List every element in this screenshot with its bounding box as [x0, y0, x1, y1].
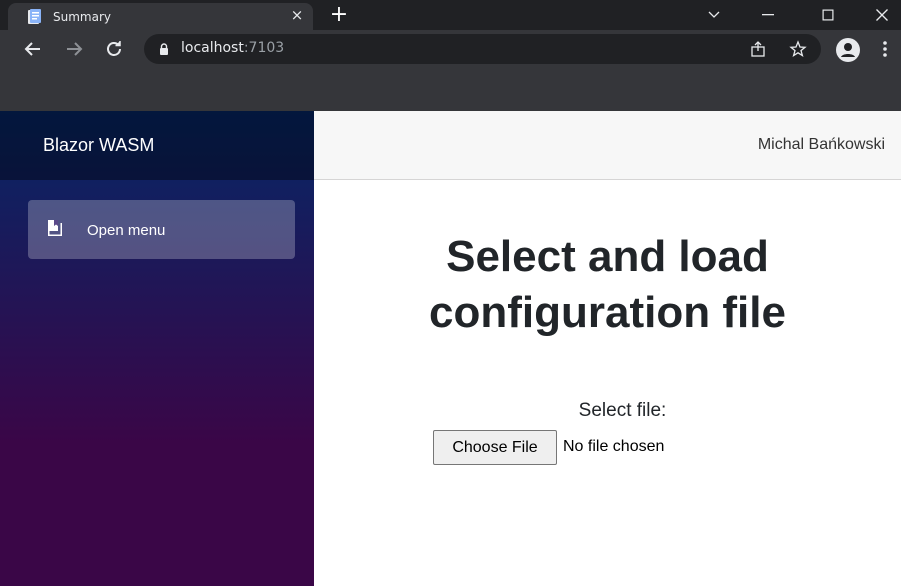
minimize-icon[interactable]: [748, 0, 788, 30]
user-name: Michal Bańkowski: [757, 136, 885, 153]
tab-title: Summary: [53, 10, 111, 24]
address-bar[interactable]: localhost:7103: [144, 34, 821, 64]
new-tab-icon[interactable]: +: [329, 4, 349, 26]
book-icon: [47, 219, 63, 237]
app-container: Blazor WASM Open menu Michal Bańkowski S…: [0, 111, 901, 586]
back-arrow-icon[interactable]: [22, 38, 44, 60]
url-text: localhost:7103: [181, 40, 284, 56]
bookmark-star-icon[interactable]: [789, 40, 807, 58]
profile-avatar-icon[interactable]: [836, 38, 860, 62]
top-row: Michal Bańkowski: [314, 111, 901, 180]
sidebar: Blazor WASM Open menu: [0, 111, 314, 586]
forward-arrow-icon[interactable]: [63, 38, 85, 60]
browser-title-bar: Summary × +: [0, 0, 901, 31]
url-port: :7103: [243, 40, 285, 56]
page-title: Select and load configuration file: [429, 232, 786, 337]
nav-item-label: Open menu: [87, 222, 166, 239]
lock-icon[interactable]: [159, 42, 169, 60]
url-host: localhost: [181, 40, 244, 56]
file-status-text: No file chosen: [563, 438, 665, 455]
share-icon[interactable]: [749, 40, 767, 58]
maximize-icon[interactable]: [808, 0, 848, 30]
brand-link[interactable]: Blazor WASM: [43, 135, 154, 156]
tab-close-icon[interactable]: ×: [289, 7, 305, 23]
nav-item-open-menu[interactable]: Open menu: [28, 200, 295, 259]
sidebar-header: Blazor WASM: [0, 111, 314, 180]
more-options-icon[interactable]: [882, 39, 888, 59]
page-favicon-icon: [27, 9, 42, 25]
browser-toolbar: localhost:7103: [0, 30, 901, 111]
file-input-label: Select file:: [578, 400, 667, 421]
reload-icon[interactable]: [103, 38, 125, 60]
close-window-icon[interactable]: [862, 0, 901, 30]
tab-search-chevron-icon[interactable]: [694, 0, 734, 30]
choose-file-button[interactable]: Choose File: [433, 430, 557, 465]
main-content: Select and load configuration file Selec…: [314, 180, 901, 586]
browser-tab-summary[interactable]: Summary ×: [8, 3, 313, 31]
